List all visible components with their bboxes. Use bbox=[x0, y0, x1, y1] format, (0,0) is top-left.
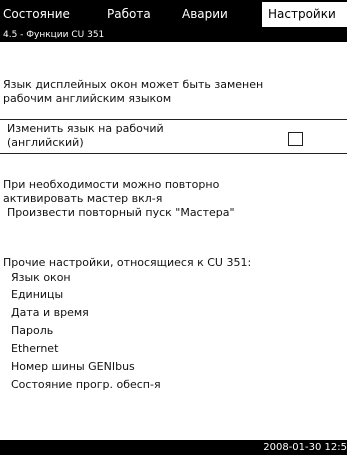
menu-item-software-status[interactable]: Состояние прогр. обесп-я bbox=[11, 378, 161, 392]
divider-bottom bbox=[0, 153, 347, 154]
menu-item-password[interactable]: Пароль bbox=[11, 324, 53, 338]
page-title: 4.5 - Функции CU 351 bbox=[0, 29, 347, 42]
menu-item-date-time[interactable]: Дата и время bbox=[11, 306, 89, 320]
restart-wizard-link[interactable]: Произвести повторный пуск "Мастера" bbox=[7, 206, 235, 220]
wizard-note-line-1: При необходимости можно повторно bbox=[3, 178, 220, 191]
menu-item-genibus-number[interactable]: Номер шины GENIbus bbox=[11, 360, 135, 374]
english-option-line-2: (английский) bbox=[7, 136, 84, 149]
wizard-note-line-2: активировать мастер вкл-я bbox=[3, 192, 163, 205]
english-language-checkbox[interactable] bbox=[288, 132, 303, 146]
menu-item-ethernet[interactable]: Ethernet bbox=[11, 342, 58, 356]
tab-alarms[interactable]: Аварии bbox=[182, 2, 228, 27]
language-note-line-2: рабочим английским языком bbox=[3, 92, 172, 105]
tab-bar: Состояние Работа Аварии Настройки bbox=[0, 0, 347, 29]
tab-settings[interactable]: Настройки bbox=[262, 2, 347, 27]
status-bar: 2008-01-30 12:5 bbox=[0, 440, 347, 455]
tab-status[interactable]: Состояние bbox=[3, 2, 70, 27]
screen: Состояние Работа Аварии Настройки 4.5 - … bbox=[0, 0, 347, 455]
menu-item-display-language[interactable]: Язык окон bbox=[11, 271, 71, 285]
status-datetime: 2008-01-30 12:5 bbox=[263, 442, 347, 453]
tab-operation[interactable]: Работа bbox=[107, 2, 151, 27]
language-note-line-1: Язык дисплейных окон может быть заменен bbox=[3, 78, 264, 91]
english-option-line-1: Изменить язык на рабочий bbox=[7, 122, 164, 135]
menu-item-units[interactable]: Единицы bbox=[11, 288, 63, 302]
other-settings-title: Прочие настройки, относящиеся к CU 351: bbox=[3, 256, 252, 269]
